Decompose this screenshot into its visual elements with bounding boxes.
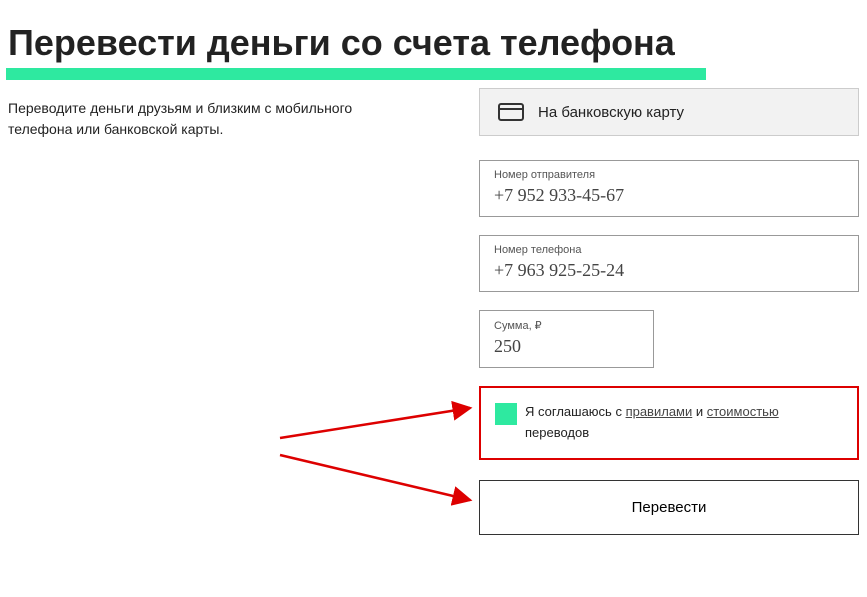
- sender-value: +7 952 933-45-67: [494, 185, 844, 206]
- annotation-arrow-1: [275, 368, 480, 443]
- recipient-phone-field[interactable]: Номер телефона +7 963 925-25-24: [479, 235, 859, 292]
- card-icon: [498, 103, 524, 121]
- tab-to-card[interactable]: На банковскую карту: [479, 88, 859, 136]
- amount-value: 250: [494, 336, 639, 357]
- agreement-box: Я соглашаюсь с правилами и стоимостью пе…: [479, 386, 859, 460]
- sender-label: Номер отправителя: [494, 169, 844, 181]
- phone-label: Номер телефона: [494, 244, 844, 256]
- agree-checkbox[interactable]: [495, 403, 517, 425]
- title-underline: [6, 68, 706, 80]
- phone-value: +7 963 925-25-24: [494, 260, 844, 281]
- page-title: Перевести деньги со счета телефона: [0, 0, 867, 68]
- form-fields: Номер отправителя +7 952 933-45-67 Номер…: [479, 160, 859, 535]
- subtitle-text: Переводите деньги друзьям и близким с мо…: [0, 98, 400, 140]
- agreement-text: Я соглашаюсь с правилами и стоимостью пе…: [525, 402, 843, 444]
- submit-button[interactable]: Перевести: [479, 480, 859, 535]
- transfer-form: На банковскую карту Номер отправителя +7…: [479, 88, 859, 535]
- sender-phone-field[interactable]: Номер отправителя +7 952 933-45-67: [479, 160, 859, 217]
- amount-label: Сумма, ₽: [494, 319, 639, 332]
- annotation-arrow-2: [275, 445, 480, 520]
- rules-link[interactable]: правилами: [626, 404, 693, 419]
- amount-field[interactable]: Сумма, ₽ 250: [479, 310, 654, 368]
- cost-link[interactable]: стоимостью: [707, 404, 779, 419]
- tab-label: На банковскую карту: [538, 104, 684, 121]
